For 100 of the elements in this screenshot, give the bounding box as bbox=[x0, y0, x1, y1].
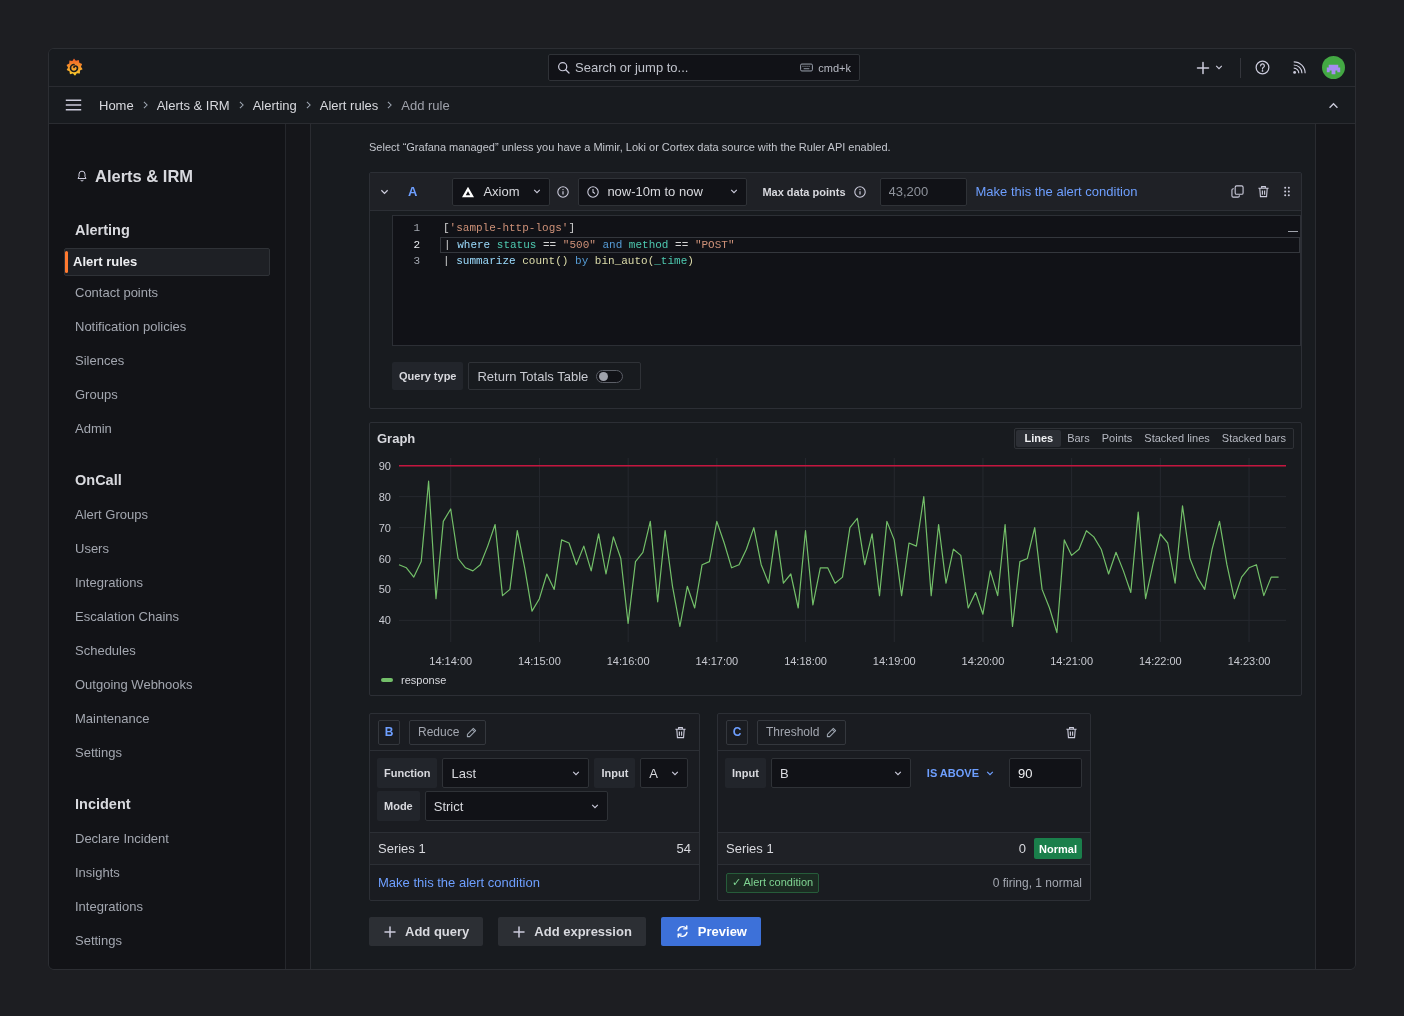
sidebar-item[interactable]: Integrations bbox=[64, 890, 270, 924]
section-heading: Alerting bbox=[74, 221, 131, 240]
copy-icon[interactable] bbox=[1231, 185, 1244, 198]
max-data-points-label: Max data points bbox=[762, 185, 846, 198]
x-axis-label: 14:20:00 bbox=[961, 655, 1005, 667]
view-mode-tab[interactable]: Stacked bars bbox=[1215, 430, 1292, 447]
view-mode-tab[interactable]: Bars bbox=[1061, 430, 1096, 447]
series-name: Series 1 bbox=[726, 841, 774, 856]
field-label: Query type bbox=[392, 362, 464, 390]
datasource-select[interactable]: Axiom bbox=[452, 177, 551, 206]
search-input[interactable]: Search or jump to... bbox=[575, 58, 796, 77]
sidebar-item[interactable]: Declare Incident bbox=[64, 822, 270, 856]
plus-icon bbox=[513, 925, 526, 938]
operator-select[interactable]: IS ABOVE bbox=[922, 763, 998, 783]
line-number: 2 bbox=[412, 237, 420, 253]
info-icon[interactable] bbox=[557, 185, 570, 198]
add-button[interactable]: Add query bbox=[369, 917, 484, 946]
breadcrumb-link[interactable]: Alerts & IRM bbox=[156, 97, 230, 113]
chevron-icon bbox=[387, 101, 393, 109]
trash-icon[interactable] bbox=[1257, 185, 1270, 198]
expression-name-button[interactable]: Reduce bbox=[409, 719, 487, 745]
sidebar-item[interactable]: Schedules bbox=[64, 634, 270, 668]
alert-condition-link[interactable]: Make this the alert condition bbox=[378, 875, 540, 890]
sidebar-item[interactable]: Integrations bbox=[64, 566, 270, 600]
search-field[interactable]: Search or jump to... cmd+k bbox=[548, 54, 860, 81]
dropdown-select[interactable]: Strict bbox=[424, 791, 608, 821]
toggle-switch[interactable] bbox=[596, 369, 624, 383]
sidebar-item[interactable]: Alert rules bbox=[64, 248, 270, 276]
chevron-down-icon[interactable] bbox=[380, 188, 389, 195]
expression-name-button[interactable]: Threshold bbox=[757, 719, 847, 745]
dropdown-select[interactable]: Last bbox=[442, 758, 590, 788]
y-axis-label: 90 bbox=[378, 459, 391, 472]
sidebar-item[interactable]: Escalation Chains bbox=[64, 600, 270, 634]
query-ref-id[interactable]: A bbox=[408, 184, 418, 199]
dropdown-select[interactable]: A bbox=[640, 758, 689, 788]
code-line: ['sample-http-logs'] bbox=[442, 221, 576, 236]
feed-icon[interactable] bbox=[1292, 60, 1306, 75]
sidebar-item[interactable]: Settings bbox=[64, 924, 270, 958]
caret-icon bbox=[572, 770, 581, 776]
x-axis-label: 14:23:00 bbox=[1227, 655, 1271, 667]
add-button[interactable]: Add expression bbox=[498, 917, 646, 946]
pencil-icon bbox=[826, 726, 838, 738]
keyboard-icon bbox=[800, 63, 814, 72]
view-mode-tab[interactable]: Lines bbox=[1016, 430, 1062, 447]
sidebar-item[interactable]: Maintenance bbox=[64, 702, 270, 736]
y-axis-label: 50 bbox=[378, 583, 391, 596]
max-data-points-input[interactable]: 43,200 bbox=[879, 177, 967, 206]
x-axis-label: 14:19:00 bbox=[872, 655, 916, 667]
sidebar-item[interactable]: Alert Groups bbox=[64, 498, 270, 532]
caret-icon bbox=[671, 770, 680, 776]
chevron-up-icon[interactable] bbox=[1328, 101, 1339, 109]
sidebar-title: Alerts & IRM bbox=[95, 166, 194, 186]
breadcrumb-link[interactable]: Alerting bbox=[252, 97, 297, 113]
chevron-icon bbox=[238, 101, 244, 109]
pencil-icon bbox=[466, 726, 478, 738]
breadcrumb-link[interactable]: Alert rules bbox=[319, 97, 379, 113]
hint-text: Select “Grafana managed” unless you have a Mimir, Loki or Cortex data source with the Ruler API enabled. bbox=[369, 140, 892, 155]
sidebar-item[interactable]: Settings bbox=[64, 736, 270, 770]
trash-icon[interactable] bbox=[674, 725, 687, 739]
time-range-picker[interactable]: now-10m to now bbox=[578, 177, 748, 206]
refresh-icon bbox=[675, 925, 689, 938]
x-axis-label: 14:18:00 bbox=[784, 655, 827, 667]
breadcrumb-link[interactable]: Home bbox=[99, 97, 134, 113]
sidebar-item[interactable]: Notification policies bbox=[64, 310, 270, 344]
evaluation-summary: 0 firing, 1 normal bbox=[992, 875, 1082, 890]
info-icon[interactable] bbox=[853, 185, 866, 198]
drag-handle-icon[interactable] bbox=[1283, 186, 1291, 197]
threshold-input[interactable]: 90 bbox=[1009, 758, 1082, 788]
trash-icon[interactable] bbox=[1065, 725, 1078, 739]
sidebar-item[interactable]: Outgoing Webhooks bbox=[64, 668, 270, 702]
view-mode-tab[interactable]: Points bbox=[1095, 430, 1139, 447]
dropdown-select[interactable]: B bbox=[770, 758, 911, 788]
view-mode-tab[interactable]: Stacked lines bbox=[1138, 430, 1216, 447]
field-label: Input bbox=[725, 758, 766, 788]
chart-title: Graph bbox=[377, 430, 416, 446]
avatar-icon[interactable] bbox=[1322, 56, 1345, 79]
sidebar-item[interactable]: Insights bbox=[64, 856, 270, 890]
sidebar-item[interactable]: Groups bbox=[64, 378, 270, 412]
x-axis-label: 14:21:00 bbox=[1050, 655, 1094, 667]
state-badge: Normal bbox=[1034, 838, 1082, 859]
field-label: Input bbox=[594, 758, 636, 788]
series-value: 0 bbox=[1018, 841, 1027, 856]
expression-ref-id: B bbox=[378, 719, 400, 745]
sidebar-item[interactable]: Silences bbox=[64, 344, 270, 378]
x-axis-label: 14:14:00 bbox=[429, 655, 473, 667]
help-icon[interactable] bbox=[1255, 60, 1270, 75]
alert-condition-link[interactable]: Make this the alert condition bbox=[975, 184, 1138, 199]
triangle-logo-icon bbox=[461, 185, 476, 198]
section-heading: Incident bbox=[74, 795, 132, 814]
legend-label[interactable]: response bbox=[401, 674, 447, 686]
x-axis-label: 14:17:00 bbox=[695, 655, 739, 667]
section-heading: OnCall bbox=[74, 471, 123, 490]
search-icon bbox=[557, 61, 570, 74]
field-label: Mode bbox=[377, 791, 420, 821]
menu-icon[interactable] bbox=[65, 99, 82, 111]
sidebar-item[interactable]: Contact points bbox=[64, 276, 270, 310]
preview-button[interactable]: Preview bbox=[660, 917, 761, 946]
sidebar-item[interactable]: Users bbox=[64, 532, 270, 566]
code-editor[interactable]: 1 ['sample-http-logs'] 2 | where status == "500" and method == "POST" 3 | summarize count() by bin_auto(_time) bbox=[392, 215, 1301, 346]
sidebar-item[interactable]: Admin bbox=[64, 412, 270, 446]
